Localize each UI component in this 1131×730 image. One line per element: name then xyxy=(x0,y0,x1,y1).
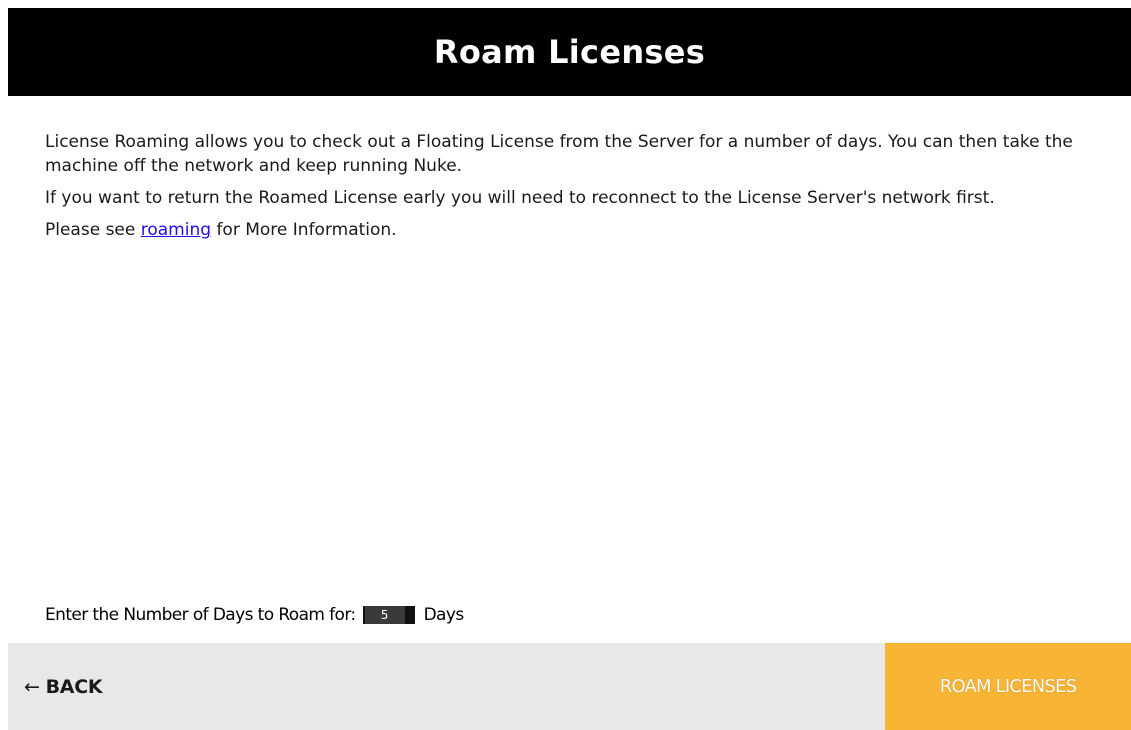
roaming-link[interactable]: roaming xyxy=(141,220,211,240)
roam-licenses-button-label: ROAM LICENSES xyxy=(939,676,1077,697)
roam-licenses-button[interactable]: ROAM LICENSES xyxy=(885,643,1131,730)
page-title: Roam Licenses xyxy=(433,33,706,71)
description-paragraph-3: Please see roaming for More Information. xyxy=(45,218,1105,242)
description-paragraph-1: License Roaming allows you to check out … xyxy=(45,132,1073,176)
back-button[interactable]: ← BACK xyxy=(24,643,103,730)
back-arrow-icon: ← xyxy=(24,675,40,698)
description: License Roaming allows you to check out … xyxy=(45,130,1105,250)
info-suffix: for More Information. xyxy=(211,220,397,240)
roam-licenses-window: Roam Licenses License Roaming allows you… xyxy=(0,0,1131,730)
info-prefix: Please see xyxy=(45,220,141,240)
header-bar: Roam Licenses xyxy=(8,8,1131,96)
days-label: Enter the Number of Days to Roam for: xyxy=(45,605,356,625)
days-input[interactable] xyxy=(362,606,415,624)
days-row: Enter the Number of Days to Roam for: Da… xyxy=(45,605,464,625)
description-paragraph-2: If you want to return the Roamed License… xyxy=(45,188,995,208)
back-button-label: BACK xyxy=(45,675,103,698)
footer-bar: ← BACK ROAM LICENSES xyxy=(8,643,1131,730)
days-unit: Days xyxy=(423,605,465,625)
